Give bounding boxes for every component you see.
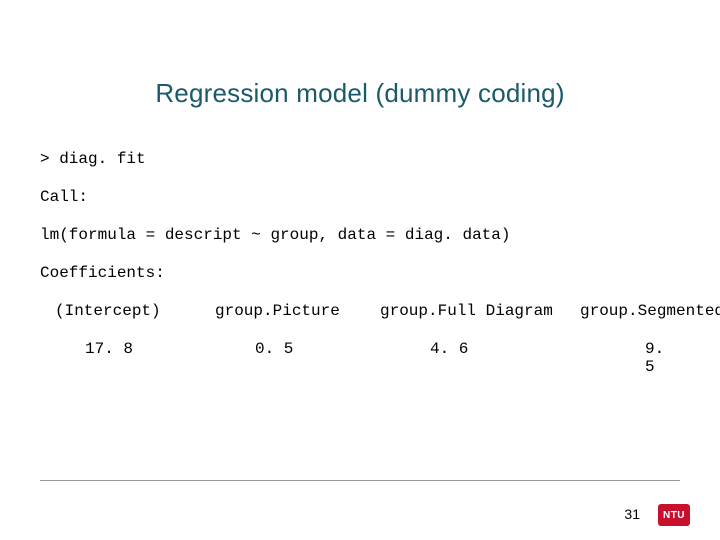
- slide: Regression model (dummy coding) > diag. …: [0, 0, 720, 540]
- coef-value-picture: 0. 5: [255, 340, 293, 358]
- code-line-command: > diag. fit: [40, 150, 146, 168]
- code-line-formula: lm(formula = descript ~ group, data = di…: [40, 226, 510, 244]
- coef-header-picture: group.Picture: [215, 302, 340, 320]
- ntu-logo: NTU: [658, 504, 690, 526]
- coef-value-segmented: 9. 5: [645, 340, 680, 376]
- slide-title: Regression model (dummy coding): [0, 78, 720, 109]
- coef-header-segmented: group.Segmented: [580, 302, 720, 320]
- ntu-logo-text: NTU: [663, 510, 685, 521]
- page-number: 31: [624, 506, 640, 522]
- coef-value-intercept: 17. 8: [85, 340, 133, 358]
- coef-header-fulldiagram: group.Full Diagram: [380, 302, 553, 320]
- code-line-coefficients: Coefficients:: [40, 264, 165, 282]
- coef-value-fulldiagram: 4. 6: [430, 340, 468, 358]
- code-line-call: Call:: [40, 188, 88, 206]
- footer-divider: [40, 480, 680, 481]
- coef-header-intercept: (Intercept): [55, 302, 161, 320]
